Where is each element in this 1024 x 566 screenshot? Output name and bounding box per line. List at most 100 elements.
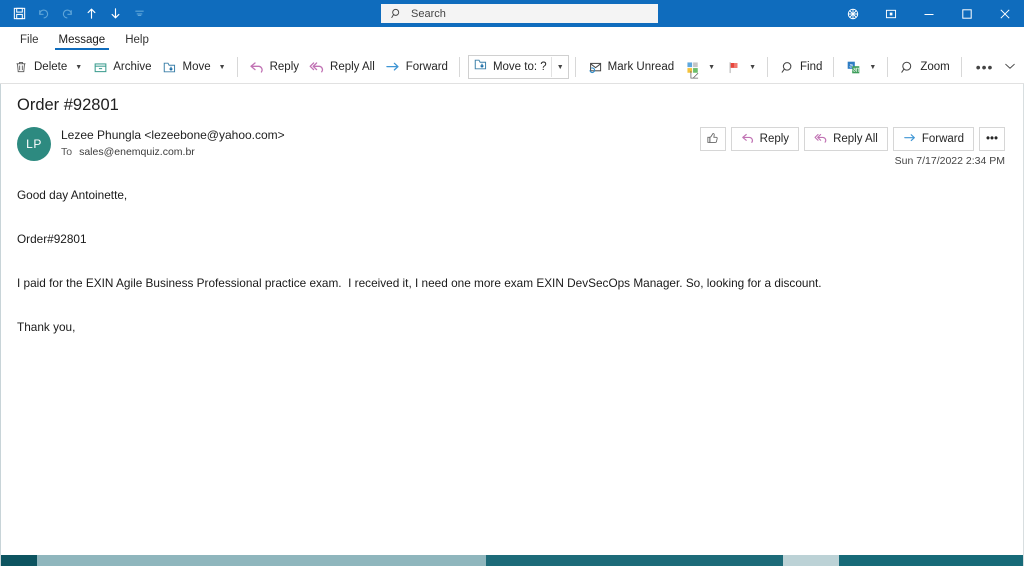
message-header: LP Lezee Phungla <lezeebone@yahoo.com> T…	[1, 115, 1023, 167]
horizontal-scrollbar[interactable]	[1, 555, 1023, 566]
reply-label: Reply	[759, 133, 790, 145]
scrollbar-track-middle[interactable]	[486, 555, 783, 566]
title-bar: Order #92801 - Message (HTML)	[0, 0, 1024, 27]
message-action-buttons: Reply Reply All Forward •••	[695, 127, 1005, 151]
forward-arrow-icon	[385, 59, 401, 75]
zoom-button[interactable]: Zoom	[894, 55, 954, 79]
window-controls	[834, 0, 1024, 27]
reply-button[interactable]: Reply	[730, 127, 800, 151]
body-paragraph: I paid for the EXIN Agile Business Profe…	[17, 276, 822, 290]
scrollbar-thumb[interactable]	[36, 555, 487, 566]
reply-label: Reply	[269, 61, 300, 73]
more-commands-button[interactable]: •••	[968, 60, 1002, 74]
body-paragraph: Good day Antoinette,	[17, 188, 128, 202]
translate-icon: a आ	[845, 59, 861, 75]
like-button[interactable]	[699, 127, 726, 151]
ribbon-separator	[458, 57, 460, 77]
page-title: Order #92801	[17, 96, 119, 114]
forward-button[interactable]: Forward	[380, 55, 453, 79]
delete-button[interactable]: Delete ▼	[8, 55, 87, 79]
tab-file[interactable]: File	[10, 33, 49, 50]
move-to-gallery[interactable]: Move to: ? ▼	[467, 55, 569, 79]
forward-button[interactable]: Forward	[892, 127, 974, 151]
close-button[interactable]	[986, 0, 1024, 27]
recipients-row: To sales@enemquiz.com.br	[61, 146, 285, 158]
save-icon[interactable]	[8, 3, 30, 25]
ribbon-separator	[887, 57, 889, 77]
search-icon	[390, 7, 403, 20]
message-timestamp: Sun 7/17/2022 2:34 PM	[894, 155, 1005, 167]
redo-icon[interactable]	[56, 3, 78, 25]
message-body[interactable]: Good day Antoinette, Order#92801 I paid …	[1, 188, 1023, 335]
find-label: Find	[800, 61, 823, 73]
archive-button[interactable]: Archive	[87, 55, 156, 79]
ribbon-separator	[767, 57, 768, 77]
customize-quick-access-toolbar-icon[interactable]	[128, 3, 150, 25]
scrollbar-track-left[interactable]	[1, 555, 37, 566]
avatar[interactable]: LP	[17, 127, 51, 161]
mark-unread-button[interactable]: Mark Unread	[582, 55, 679, 79]
move-to-folder-icon	[473, 57, 488, 77]
ribbon-separator	[960, 57, 962, 77]
translate-button[interactable]: a आ ▼	[840, 55, 881, 79]
next-item-icon[interactable]	[104, 3, 126, 25]
ribbon-display-options-icon[interactable]	[872, 0, 910, 27]
find-magnifier-icon	[779, 59, 795, 75]
reply-all-arrow-icon	[814, 131, 828, 148]
tab-help[interactable]: Help	[115, 33, 159, 50]
reading-pane: Order #92801 LP Lezee Phungla <lezeebone…	[0, 84, 1024, 566]
undo-icon[interactable]	[32, 3, 54, 25]
reply-all-label: Reply All	[330, 61, 375, 73]
forward-label: Forward	[405, 61, 448, 73]
ribbon-tab-bar: File Message Help	[0, 27, 1024, 51]
to-recipients[interactable]: sales@enemquiz.com.br	[79, 146, 195, 158]
chevron-down-icon[interactable]: ▼	[749, 64, 756, 71]
mark-unread-label: Mark Unread	[607, 61, 675, 73]
search-input[interactable]	[411, 7, 652, 20]
reply-all-button[interactable]: Reply All	[804, 127, 888, 151]
move-button[interactable]: Move ▼	[157, 55, 231, 79]
reply-button[interactable]: Reply	[244, 55, 304, 79]
minimize-button[interactable]	[910, 0, 948, 27]
to-label: To	[61, 146, 73, 158]
search-box[interactable]	[381, 4, 658, 23]
reply-all-arrow-icon	[309, 59, 325, 75]
forward-arrow-icon	[903, 131, 917, 148]
body-paragraph: Thank you,	[17, 320, 76, 334]
tags-dialog-launcher-icon[interactable]	[690, 70, 700, 80]
svg-text:आ: आ	[852, 67, 859, 74]
accessibility-icon[interactable]	[834, 0, 872, 27]
ribbon-separator	[833, 57, 835, 77]
previous-item-icon[interactable]	[80, 3, 102, 25]
ribbon-separator	[236, 57, 238, 77]
collapse-ribbon-icon[interactable]	[1004, 60, 1016, 72]
flag-icon	[725, 59, 741, 75]
archive-icon	[92, 59, 108, 75]
zoom-label: Zoom	[920, 61, 950, 73]
mark-unread-envelope-icon	[587, 59, 603, 75]
quick-access-toolbar	[0, 3, 150, 25]
follow-up-button[interactable]: ▼	[720, 55, 761, 79]
tab-message[interactable]: Message	[49, 33, 116, 50]
chevron-down-icon[interactable]: ▼	[869, 64, 876, 71]
maximize-button[interactable]	[948, 0, 986, 27]
move-folder-icon	[162, 59, 178, 75]
chevron-down-icon[interactable]: ▼	[219, 64, 226, 71]
sender-block: Lezee Phungla <lezeebone@yahoo.com> To s…	[61, 127, 285, 158]
chevron-down-icon[interactable]: ▼	[75, 64, 82, 71]
reply-arrow-icon	[249, 59, 265, 75]
trash-icon	[13, 59, 29, 75]
more-actions-button[interactable]: •••	[979, 127, 1005, 151]
archive-label: Archive	[113, 61, 152, 73]
move-to-dropdown-icon[interactable]: ▼	[550, 57, 566, 77]
ribbon-separator	[574, 57, 576, 77]
reply-all-label: Reply All	[833, 133, 878, 145]
find-button[interactable]: Find	[774, 55, 827, 79]
reply-arrow-icon	[741, 131, 755, 148]
reply-all-button[interactable]: Reply All	[304, 55, 380, 79]
scrollbar-track-right[interactable]	[839, 555, 1023, 566]
chevron-down-icon[interactable]: ▼	[708, 64, 715, 71]
sender-name-and-address[interactable]: Lezee Phungla <lezeebone@yahoo.com>	[61, 128, 285, 142]
move-label: Move	[182, 61, 211, 73]
thumbs-up-icon	[706, 131, 720, 148]
